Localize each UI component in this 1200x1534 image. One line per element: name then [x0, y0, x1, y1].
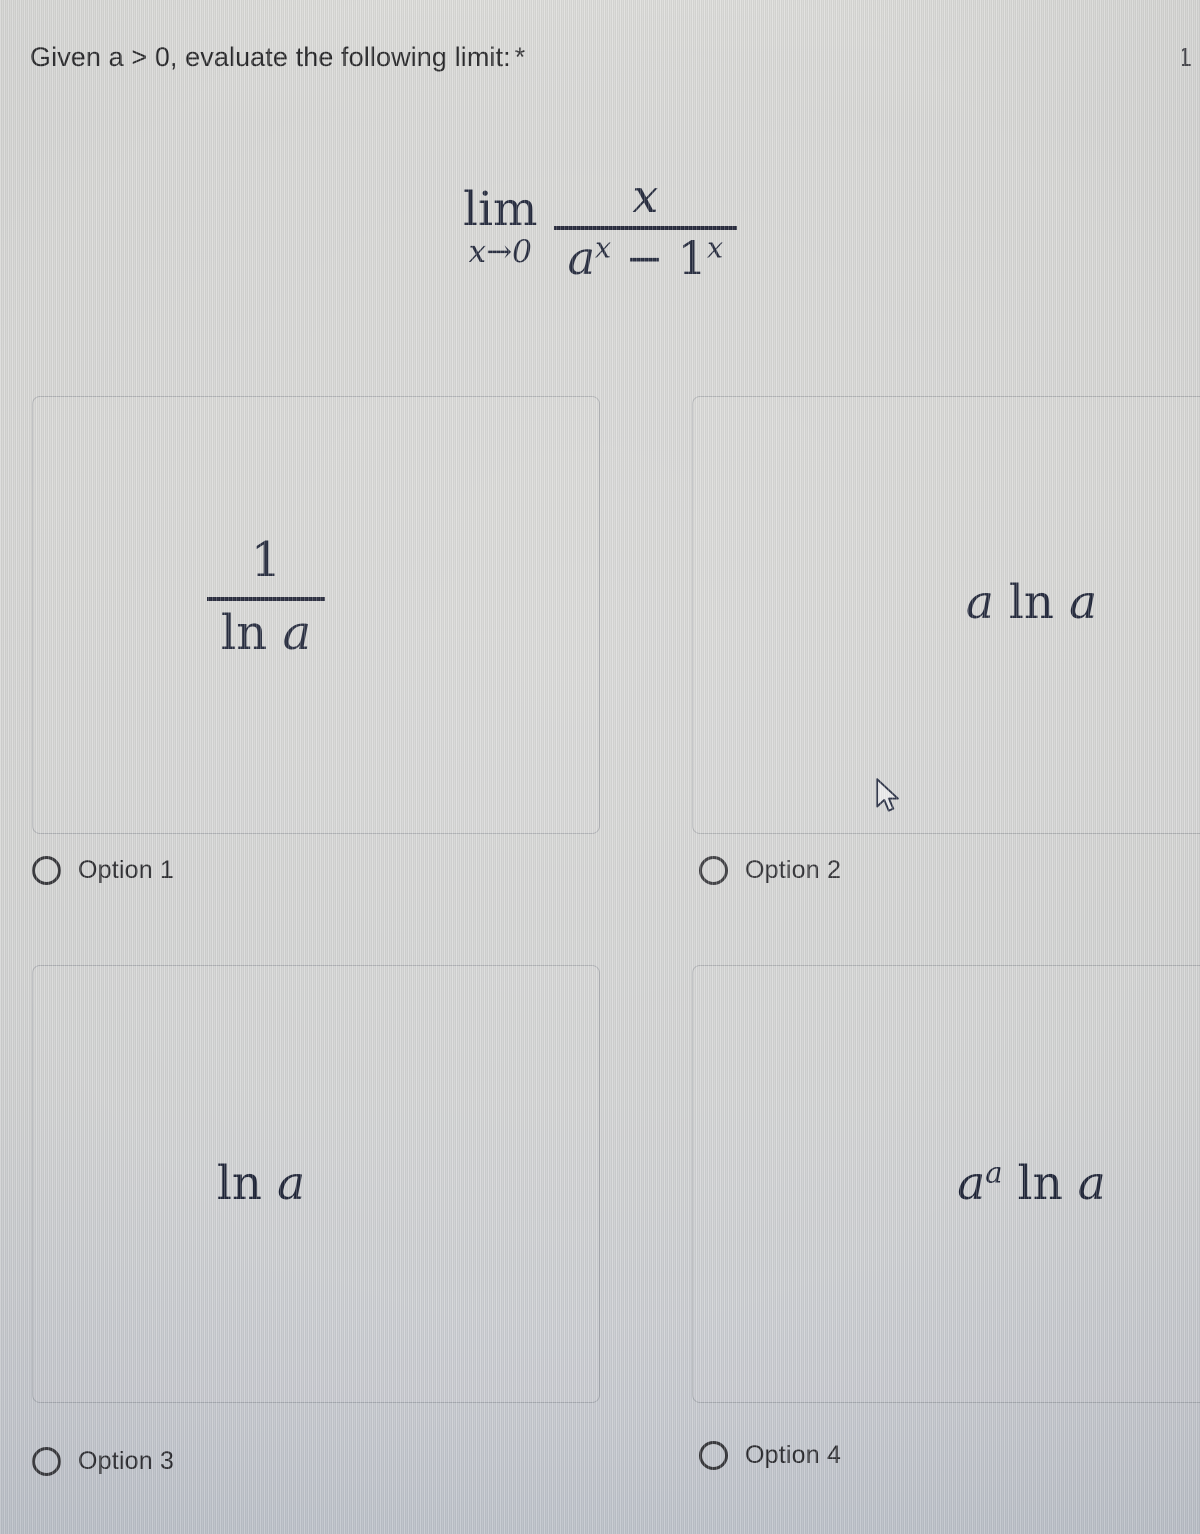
question-text: Given a > 0, evaluate the following limi… [30, 42, 511, 72]
option-1-fraction-bar [207, 597, 325, 601]
radio-button-option-4[interactable] [699, 1441, 728, 1470]
question-header: Given a > 0, evaluate the following limi… [30, 42, 1192, 73]
numerator-variable: x [632, 169, 659, 223]
limit-subscript: x→0 [468, 234, 532, 271]
radio-button-option-1[interactable] [32, 856, 61, 885]
radio-label-option-4: Option 4 [745, 1441, 842, 1469]
option-card-1[interactable]: 1 ln a [32, 396, 600, 834]
edge-number: 1 [1182, 42, 1192, 72]
denominator-exponent-a: x [595, 231, 612, 265]
radio-label-option-3: Option 3 [78, 1447, 175, 1475]
radio-row-option-3[interactable]: Option 3 [32, 1447, 174, 1476]
option-card-4[interactable]: aa ln a [692, 965, 1200, 1403]
limit-operator: lim [462, 182, 538, 238]
required-marker: * [514, 42, 526, 72]
option-4-coefficient-exponent: a [985, 1155, 1003, 1190]
option-1-denominator: ln a [220, 605, 312, 661]
form-content: Given a > 0, evaluate the following limi… [0, 0, 1200, 1534]
radio-label-option-1: Option 1 [78, 856, 175, 884]
option-2-log: ln [993, 575, 1070, 631]
page-title: Given a > 0, evaluate the following limi… [30, 42, 525, 73]
fraction-bar [553, 226, 738, 231]
radio-row-option-1[interactable]: Option 1 [32, 856, 174, 885]
denominator-base-one: 1 [677, 231, 707, 286]
limit-operator-stack: lim x→0 [463, 186, 538, 268]
denominator-exponent-one: x [706, 231, 724, 265]
option-4-argument: a [1077, 1156, 1106, 1212]
option-2-coefficient: a [965, 575, 994, 631]
fraction-denominator: ax −1x [554, 234, 737, 282]
option-1-numerator: 1 [250, 532, 282, 589]
option-1-formula: 1 ln a [207, 534, 325, 660]
option-1-fraction: 1 ln a [207, 534, 325, 660]
option-card-3[interactable]: ln a [32, 965, 600, 1403]
option-3-formula: ln a [217, 1158, 305, 1210]
limit-expression: lim x→0 x ax −1x [0, 172, 1200, 283]
option-3-log: ln [216, 1156, 263, 1212]
radio-button-option-2[interactable] [699, 856, 728, 885]
option-card-2[interactable]: a ln a [692, 396, 1200, 834]
fraction-numerator: x [618, 172, 672, 220]
radio-row-option-4[interactable]: Option 4 [699, 1441, 841, 1470]
option-2-formula: a ln a [966, 577, 1097, 629]
option-4-coefficient: a [957, 1156, 986, 1212]
option-2-argument: a [1069, 575, 1098, 631]
radio-row-option-2[interactable]: Option 2 [699, 856, 841, 885]
limit-fraction: x ax −1x [553, 172, 738, 283]
option-4-formula: aa ln a [957, 1158, 1106, 1210]
radio-label-option-2: Option 2 [745, 856, 842, 884]
denominator-base-a: a [567, 231, 596, 286]
option-4-log: ln [1002, 1156, 1078, 1212]
denominator-minus-sign: − [625, 231, 664, 286]
radio-button-option-3[interactable] [32, 1447, 61, 1476]
option-3-argument: a [262, 1156, 306, 1212]
